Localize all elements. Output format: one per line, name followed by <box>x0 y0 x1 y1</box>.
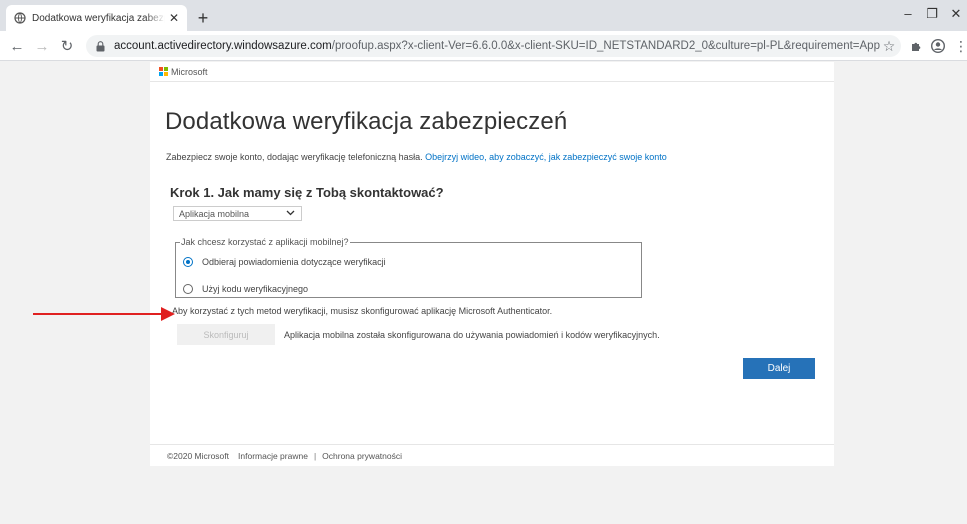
contact-method-value: Aplikacja mobilna <box>179 208 250 219</box>
bookmark-star-icon[interactable]: ☆ <box>880 37 898 55</box>
annotation-arrow-head <box>161 307 175 321</box>
close-window-icon[interactable]: ✕ <box>946 6 966 22</box>
next-button[interactable]: Dalej <box>743 358 815 379</box>
mobile-options-legend: Jak chcesz korzystać z aplikacji mobilne… <box>181 237 349 247</box>
new-tab-icon[interactable]: + <box>193 8 213 28</box>
page-footer: ©2020 Microsoft Informacje prawne | Ochr… <box>150 444 834 466</box>
tab-close-icon[interactable]: ✕ <box>169 11 179 25</box>
url-host: account.activedirectory.windowsazure.com <box>114 40 332 52</box>
reload-icon[interactable]: ↻ <box>58 37 76 55</box>
page-title: Dodatkowa weryfikacja zabezpieczeń <box>165 108 568 135</box>
brand-name: Microsoft <box>171 66 208 77</box>
browser-tab[interactable]: Dodatkowa weryfikacja zabezpiecze ✕ <box>6 5 187 31</box>
authenticator-note: Aby korzystać z tych metod weryfikacji, … <box>172 306 553 316</box>
minimize-icon[interactable]: – <box>898 6 918 21</box>
contact-method-select[interactable]: Aplikacja mobilna <box>173 206 302 221</box>
legal-link[interactable]: Informacje prawne <box>238 451 308 461</box>
url-path: /proofup.aspx?x-client-Ver=6.6.0.0&x-cli… <box>331 40 880 52</box>
annotation-arrow-line <box>33 313 164 315</box>
notifications-label: Odbieraj powiadomienia dotyczące weryfik… <box>202 257 386 267</box>
verification-code-radio[interactable] <box>183 284 193 294</box>
profile-icon[interactable] <box>929 37 947 55</box>
tab-strip: Dodatkowa weryfikacja zabezpiecze ✕ + – … <box>0 0 967 31</box>
intro-description: Zabezpiecz swoje konto, dodając weryfika… <box>166 152 423 162</box>
copyright: ©2020 Microsoft <box>167 450 230 461</box>
globe-icon <box>14 12 26 24</box>
microsoft-logo-icon <box>159 67 168 76</box>
extensions-puzzle-icon[interactable] <box>907 37 925 55</box>
configure-status: Aplikacja mobilna została skonfigurowana… <box>284 330 660 340</box>
verification-code-label: Użyj kodu weryfikacyjnego <box>202 284 309 294</box>
tab-title: Dodatkowa weryfikacja zabezpiecze <box>32 12 165 24</box>
watch-video-link[interactable]: Obejrzyj wideo, aby zobaczyć, jak zabezp… <box>425 152 667 162</box>
browser-toolbar: ← → ↻ account.activedirectory.windowsazu… <box>0 31 967 61</box>
page-header: Microsoft <box>150 62 834 82</box>
page-content: Microsoft Dodatkowa weryfikacja zabezpie… <box>0 62 967 524</box>
chevron-down-icon <box>286 208 295 219</box>
back-icon[interactable]: ← <box>8 37 26 55</box>
more-menu-icon[interactable]: ⋮ <box>952 37 967 55</box>
privacy-link[interactable]: Ochrona prywatności <box>322 451 402 461</box>
intro-text: Zabezpiecz swoje konto, dodając weryfika… <box>166 152 667 162</box>
mobile-app-options: Jak chcesz korzystać z aplikacji mobilne… <box>175 237 642 298</box>
option-verification-code[interactable]: Użyj kodu weryfikacyjnego <box>183 284 308 294</box>
footer-separator: | <box>313 450 317 461</box>
forward-icon[interactable]: → <box>33 37 51 55</box>
step-heading: Krok 1. Jak mamy się z Tobą skontaktować… <box>170 185 444 200</box>
verification-card: Microsoft Dodatkowa weryfikacja zabezpie… <box>150 62 834 466</box>
notifications-radio[interactable] <box>183 257 193 267</box>
restore-icon[interactable]: ❐ <box>922 6 942 22</box>
address-bar[interactable]: account.activedirectory.windowsazure.com… <box>86 35 901 57</box>
option-notifications[interactable]: Odbieraj powiadomienia dotyczące weryfik… <box>183 257 386 267</box>
configure-button[interactable]: Skonfiguruj <box>177 324 275 345</box>
lock-icon <box>96 40 106 52</box>
